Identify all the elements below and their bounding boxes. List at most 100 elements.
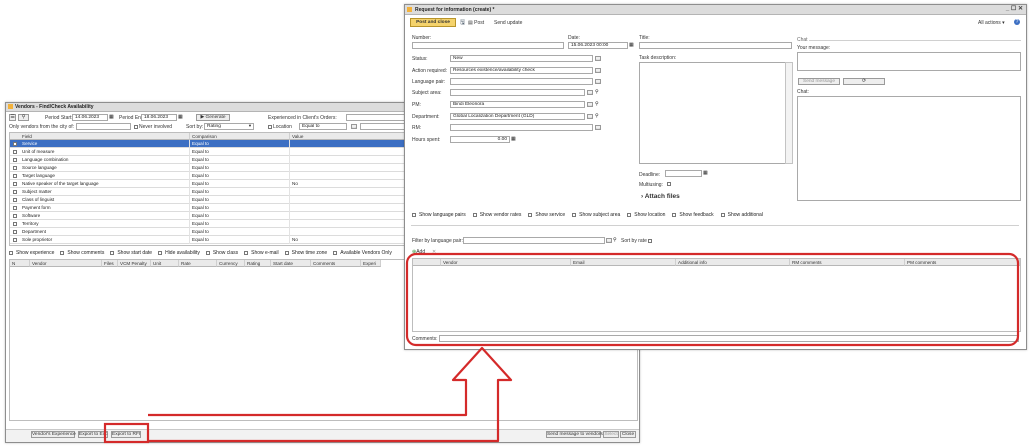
criteria-row-checkbox[interactable] [13, 174, 17, 178]
criteria-value-cell[interactable] [290, 196, 410, 204]
vendor-show-option-checkbox[interactable] [158, 250, 163, 255]
status-field[interactable]: New [450, 55, 593, 62]
rfi-show-option-checkbox[interactable] [472, 212, 477, 217]
criteria-comparison-cell[interactable]: Equal to [190, 180, 290, 188]
calendar-icon[interactable]: ▦ [703, 170, 708, 176]
criteria-row[interactable]: Unit of measure Equal to [10, 148, 410, 156]
rfi-table-header[interactable]: RM comments [790, 259, 905, 266]
criteria-field-cell[interactable]: Payment form [20, 204, 190, 212]
criteria-row[interactable]: Software Equal to [10, 212, 410, 220]
rfi-show-option-checkbox[interactable] [528, 212, 533, 217]
criteria-row-checkbox[interactable] [13, 150, 17, 154]
criteria-value-cell[interactable] [290, 148, 410, 156]
search-icon[interactable]: ⚲ [595, 101, 599, 107]
criteria-comparison-cell[interactable]: Equal to [190, 156, 290, 164]
rm-field[interactable] [450, 124, 593, 131]
rfi-show-option-checkbox[interactable] [627, 212, 632, 217]
rfi-table-header[interactable]: Email [571, 259, 676, 266]
criteria-header-comparison[interactable]: Comparison [190, 133, 290, 140]
pm-field[interactable]: Bindi Eleonora [450, 101, 585, 108]
criteria-row[interactable]: Language combination Equal to [10, 156, 410, 164]
calendar-icon[interactable]: ▦ [178, 114, 183, 120]
criteria-row-checkbox[interactable] [13, 238, 17, 242]
status-choose-button[interactable]: … [595, 56, 601, 61]
criteria-row-checkbox[interactable] [13, 182, 17, 186]
criteria-row-checkbox[interactable] [13, 222, 17, 226]
vendor-results-header[interactable]: Comments [311, 260, 361, 267]
criteria-comparison-cell[interactable]: Equal to [190, 140, 290, 148]
period-end-field[interactable]: 18.06.2023 [141, 114, 177, 121]
vendor-show-option[interactable]: Show class [205, 250, 241, 256]
search-icon[interactable]: ⚲ [595, 113, 599, 119]
export-to-excel-button[interactable]: Export to Exc [78, 431, 108, 438]
criteria-field-cell[interactable]: Class of linguist [20, 196, 190, 204]
location-checkbox[interactable] [268, 124, 272, 129]
task-description-textarea[interactable] [639, 62, 786, 164]
rfi-show-option[interactable]: Show service [528, 212, 568, 218]
vendor-show-option-checkbox[interactable] [110, 250, 115, 255]
location-select[interactable]: Equal to [299, 123, 347, 130]
criteria-comparison-cell[interactable]: Equal to [190, 188, 290, 196]
rfi-show-option-checkbox[interactable] [672, 212, 677, 217]
criteria-comparison-cell[interactable]: Equal to [190, 148, 290, 156]
rfi-show-option-checkbox[interactable] [720, 212, 725, 217]
criteria-comparison-cell[interactable]: Equal to [190, 212, 290, 220]
vendor-results-header[interactable]: Rate [179, 260, 217, 267]
add-row-button[interactable]: ⊕Add [412, 249, 425, 255]
refresh-chat-button[interactable]: ⟳ [843, 78, 885, 85]
criteria-row[interactable]: Native speaker of the target language Equ… [10, 180, 410, 188]
rfi-table-header[interactable]: PM comments [905, 259, 1020, 266]
criteria-field-cell[interactable]: Subject matter [20, 188, 190, 196]
vendor-show-option[interactable]: Available Vendors Only [333, 250, 395, 256]
criteria-row-checkbox[interactable] [13, 214, 17, 218]
criteria-row[interactable]: Subject matter Equal to [10, 188, 410, 196]
criteria-row[interactable]: Service Equal to [10, 140, 410, 148]
language-pair-choose-button[interactable]: … [595, 79, 601, 84]
criteria-comparison-cell[interactable]: Equal to [190, 236, 290, 244]
sort-by-rate-checkbox[interactable] [648, 238, 653, 243]
rfi-show-option[interactable]: Show additional [720, 212, 766, 218]
calendar-icon[interactable]: ▦ [109, 114, 114, 120]
criteria-row-checkbox[interactable] [13, 230, 17, 234]
task-description-scrollbar[interactable] [785, 62, 793, 164]
criteria-row-checkbox[interactable] [13, 190, 17, 194]
criteria-value-cell[interactable]: No [290, 180, 410, 188]
criteria-row-checkbox[interactable] [13, 158, 17, 162]
attach-files-link[interactable]: › Attach files [641, 193, 680, 200]
criteria-value-cell[interactable] [290, 188, 410, 196]
criteria-field-cell[interactable]: Territory [20, 220, 190, 228]
window-controls[interactable]: _ ☐ ✕ [1006, 5, 1023, 12]
vendor-results-header[interactable]: N [10, 260, 30, 267]
criteria-row[interactable]: Territory Equal to [10, 220, 410, 228]
vendor-results-header[interactable]: Currency [217, 260, 245, 267]
location-choose-button[interactable]: … [351, 124, 357, 129]
vendor-results-header[interactable]: Unit [151, 260, 179, 267]
criteria-row[interactable]: Class of linguist Equal to [10, 196, 410, 204]
criteria-value-cell[interactable] [290, 156, 410, 164]
vendor-results-header[interactable]: Rating [245, 260, 271, 267]
criteria-field-cell[interactable]: Service [20, 140, 190, 148]
criteria-value-cell[interactable] [290, 164, 410, 172]
criteria-comparison-cell[interactable]: Equal to [190, 204, 290, 212]
multiusing-checkbox[interactable] [667, 182, 671, 186]
vendor-show-option-checkbox[interactable] [284, 250, 289, 255]
criteria-value-cell[interactable] [290, 204, 410, 212]
criteria-field-cell[interactable]: Native speaker of the target language [20, 180, 190, 188]
vendor-show-option[interactable]: Show time zone [284, 250, 331, 256]
vendor-results-header[interactable]: VCM Penalty [118, 260, 151, 267]
criteria-header-value[interactable]: Value [290, 133, 410, 140]
criteria-field-cell[interactable]: Sole proprietor [20, 236, 190, 244]
criteria-field-cell[interactable]: Language combination [20, 156, 190, 164]
criteria-row[interactable]: Source language Equal to [10, 164, 410, 172]
rfi-show-option-checkbox[interactable] [412, 212, 416, 217]
rfi-show-option[interactable]: Show vendor rates [472, 212, 525, 218]
action-required-choose-button[interactable]: … [595, 68, 601, 73]
vendor-show-option[interactable]: Hide availability [158, 250, 203, 256]
save-icon[interactable]: 🖫 [460, 18, 465, 28]
subject-area-choose-button[interactable]: … [587, 90, 593, 95]
sort-by-rate-option[interactable]: Sort by rate [621, 238, 653, 244]
calculator-icon[interactable]: ▦ [511, 136, 516, 142]
help-icon[interactable]: ? [1014, 19, 1020, 25]
pm-choose-button[interactable]: … [587, 102, 593, 107]
hours-spent-field[interactable]: 0.00 [450, 136, 510, 143]
